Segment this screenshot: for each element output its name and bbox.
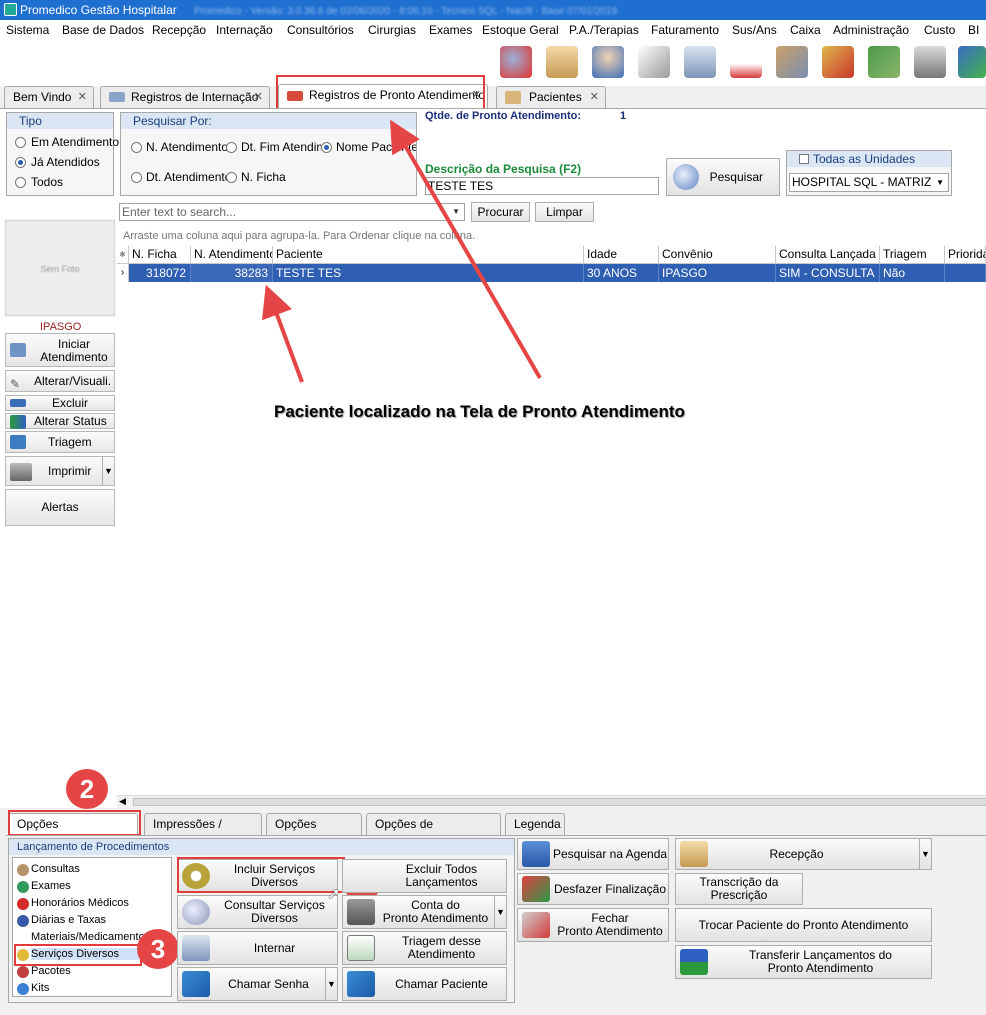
pulse-icon — [17, 881, 29, 893]
magnifier-icon — [182, 899, 210, 925]
transfer-arrows-icon — [680, 949, 708, 975]
tree-item-materiais[interactable]: Materiais/Medicamentos — [31, 931, 150, 941]
grid-icon — [17, 915, 29, 927]
group-title: Lançamento de Procedimentos — [9, 839, 514, 855]
tab-opcoes-enfermagem[interactable]: Opções de Enfermagem — [366, 813, 501, 851]
pesquisar-agenda-button[interactable]: Pesquisar na Agenda — [517, 838, 669, 870]
chamar-senha-button[interactable]: Chamar Senha ▼ — [177, 967, 338, 1001]
recepcao-label: Recepção — [769, 846, 824, 861]
triagem-desse-atendimento-button[interactable]: Triagem desse Atendimento — [342, 931, 507, 965]
tree-item-diarias-taxas[interactable]: Diárias e Taxas — [17, 914, 106, 927]
chevron-down-icon[interactable]: ▼ — [494, 896, 506, 928]
mouse-cursor-icon: ➚ — [327, 886, 341, 903]
highlight-box-opcoes — [8, 810, 141, 836]
transcricao-prescricao-button[interactable]: Transcrição da Prescrição — [675, 873, 803, 905]
recepcao-button[interactable]: Recepção ▼ — [675, 838, 932, 870]
chevron-down-icon[interactable]: ▼ — [325, 968, 337, 1000]
internar-button[interactable]: Internar — [177, 931, 338, 965]
chamar-senha-label: Chamar Senha — [228, 976, 309, 991]
annotation-step-3: 3 — [137, 929, 179, 969]
excluir-todos-button[interactable]: Excluir Todos Lançamentos — [342, 859, 507, 893]
highlight-box-servicos — [14, 944, 142, 966]
grid-horizontal-scrollbar[interactable]: ◀ — [117, 795, 986, 808]
reception-icon — [680, 841, 708, 867]
chamar-paciente-button[interactable]: Chamar Paciente — [342, 967, 507, 1001]
tree-label: Consultas — [31, 863, 80, 875]
tree-item-consultas[interactable]: Consultas — [17, 863, 80, 876]
tab-label: Legenda — [514, 817, 561, 831]
megaphone-icon — [347, 971, 375, 997]
fechar-pronto-atendimento-button[interactable]: Fechar Pronto Atendimento — [517, 908, 669, 942]
conta-pronto-atendimento-button[interactable]: Conta do Pronto Atendimento ▼ — [342, 895, 507, 929]
tab-legenda[interactable]: Legenda — [505, 813, 565, 835]
tree-label: Diárias e Taxas — [31, 914, 106, 926]
procedimentos-tree: Consultas Exames Honorários Médicos Diár… — [12, 857, 172, 997]
arrow-to-row — [261, 284, 304, 383]
annotation-caption: Paciente localizado na Tela de Pronto At… — [274, 402, 685, 421]
tree-label: Materiais/Medicamentos — [31, 931, 151, 941]
arrow-to-tab — [389, 119, 542, 380]
tree-label: Pacotes — [31, 965, 71, 977]
bed-icon — [182, 935, 210, 961]
transferir-lancamentos-button[interactable]: Transferir Lançamentos do Pronto Atendim… — [675, 945, 932, 979]
kit-icon — [17, 983, 29, 995]
red-cross-icon — [17, 898, 29, 910]
tab-opcoes-medicas[interactable]: Opções Médicas — [266, 813, 362, 851]
tab-impressoes-outros[interactable]: Impressões / Outros — [144, 813, 262, 851]
chamar-paciente-label: Chamar Paciente — [395, 976, 488, 991]
undo-icon — [522, 876, 550, 902]
annotation-step-2: 2 — [66, 769, 108, 809]
transferir-label: Transferir Lançamentos do Pronto Atendim… — [749, 948, 892, 975]
pesquisar-agenda-label: Pesquisar na Agenda — [552, 846, 668, 861]
desfazer-finalizacao-button[interactable]: Desfazer Finalização — [517, 873, 669, 905]
tree-item-pacotes[interactable]: Pacotes — [17, 965, 71, 978]
scroll-thumb[interactable] — [133, 798, 986, 806]
desfazer-label: Desfazer Finalização — [553, 881, 667, 896]
tree-label: Kits — [31, 982, 50, 994]
tree-item-honorarios[interactable]: Honorários Médicos — [17, 897, 129, 910]
tree-item-exames[interactable]: Exames — [17, 880, 71, 893]
highlight-box-incluir — [177, 857, 345, 893]
calendar-search-icon — [522, 841, 550, 867]
person-icon — [17, 864, 29, 876]
tree-label: Honorários Médicos — [31, 897, 129, 909]
conta-label: Conta do Pronto Atendimento — [382, 898, 489, 925]
print-bill-icon — [347, 899, 375, 925]
triagem-desse-label: Triagem desse Atendimento — [402, 934, 481, 961]
trocar-label: Trocar Paciente do Pronto Atendimento — [698, 917, 909, 932]
package-icon — [17, 966, 29, 978]
fechar-label: Fechar Pronto Atendimento — [557, 911, 663, 938]
pre-consult-icon — [347, 935, 375, 961]
transcricao-label: Transcrição da Prescrição — [699, 875, 779, 902]
tree-label: Exames — [31, 880, 71, 892]
internar-label: Internar — [253, 940, 296, 955]
megaphone-icon — [182, 971, 210, 997]
excluir-todos-label: Excluir Todos Lançamentos — [405, 862, 478, 889]
consultar-label: Consultar Serviços Diversos — [224, 898, 325, 925]
chevron-down-icon[interactable]: ▼ — [919, 839, 931, 869]
tree-item-kits[interactable]: Kits — [17, 982, 50, 995]
scroll-left-icon[interactable]: ◀ — [119, 796, 126, 807]
close-bed-icon — [522, 912, 550, 938]
consultar-servicos-button[interactable]: Consultar Serviços Diversos — [177, 895, 338, 929]
trocar-paciente-button[interactable]: Trocar Paciente do Pronto Atendimento — [675, 908, 932, 942]
